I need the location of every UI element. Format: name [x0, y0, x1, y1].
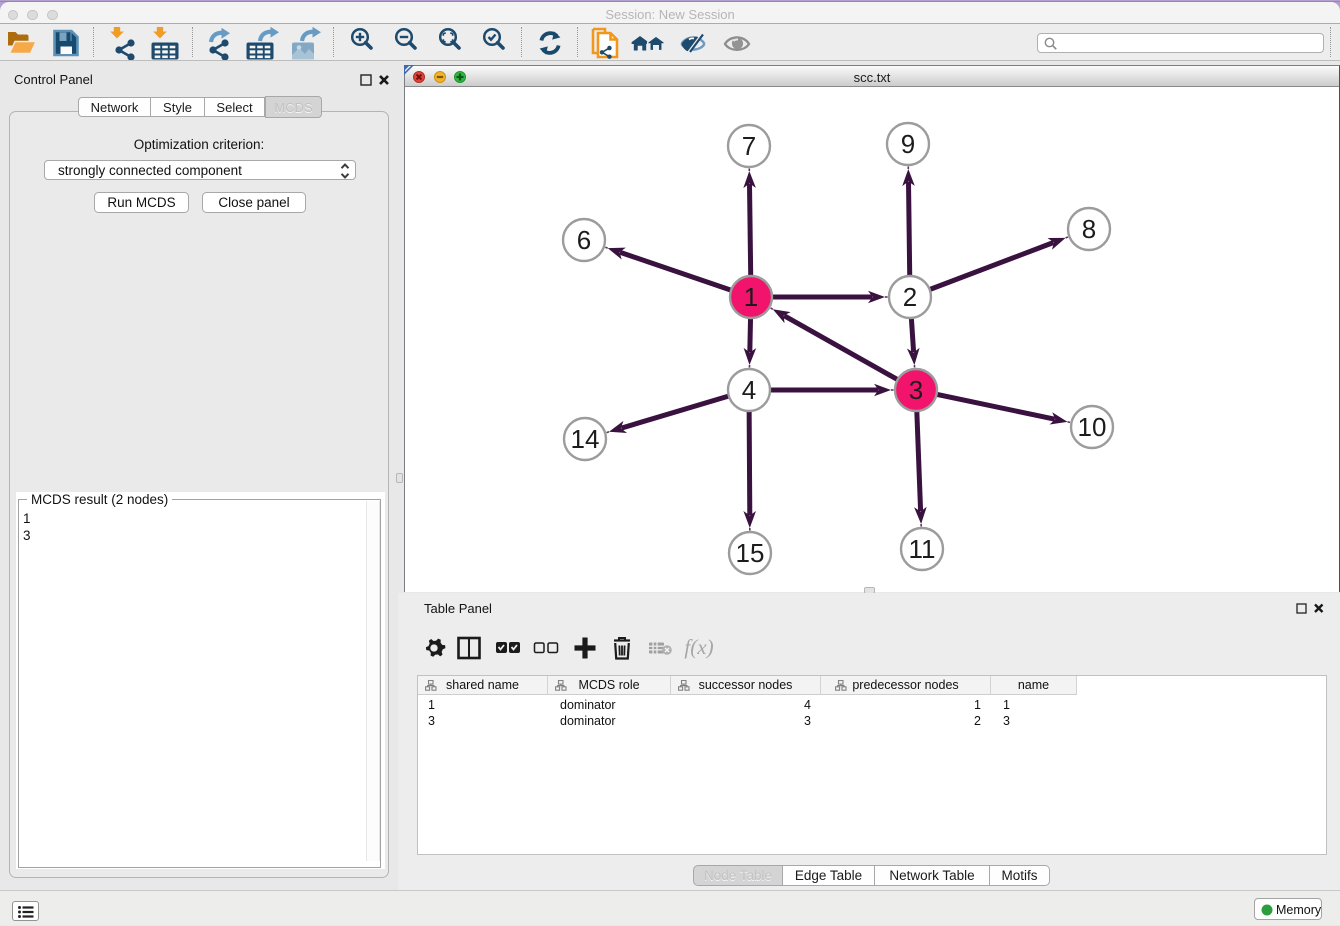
svg-text:10: 10 — [1078, 412, 1107, 442]
svg-text:6: 6 — [577, 225, 591, 255]
svg-text:8: 8 — [1082, 214, 1096, 244]
svg-text:f(x): f(x) — [684, 635, 713, 659]
svg-text:11: 11 — [909, 534, 936, 564]
svg-text:2: 2 — [903, 282, 917, 312]
svg-text:7: 7 — [742, 131, 756, 161]
svg-text:14: 14 — [571, 424, 600, 454]
svg-text:15: 15 — [736, 538, 765, 568]
svg-text:4: 4 — [742, 375, 756, 405]
svg-text:1: 1 — [744, 282, 758, 312]
svg-text:9: 9 — [901, 129, 915, 159]
svg-text:3: 3 — [909, 375, 923, 405]
